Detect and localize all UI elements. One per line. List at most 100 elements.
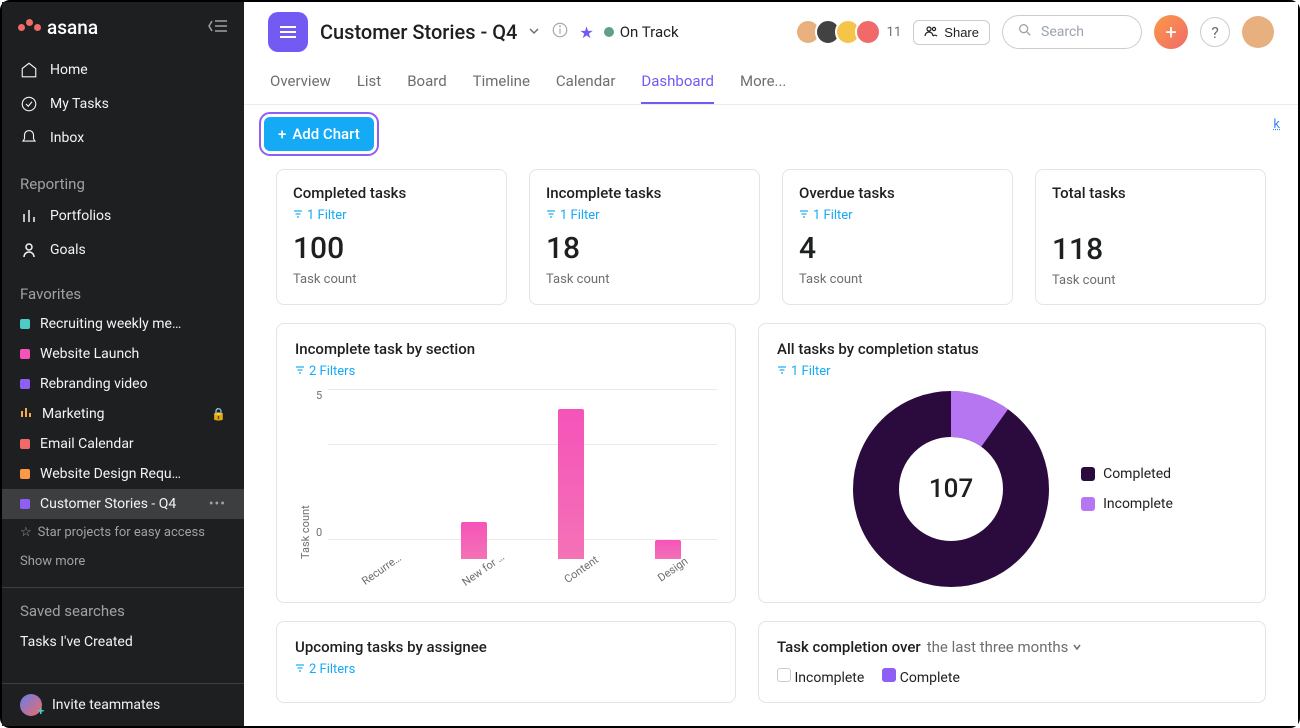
- sidebar-favorite-item[interactable]: Marketing🔒: [2, 399, 244, 429]
- sidebar-item-label: Goals: [50, 242, 86, 258]
- sidebar: asana Home My Tasks Inbox Reporting Po: [2, 2, 244, 726]
- legend-item-completed: Completed: [1081, 466, 1173, 482]
- donut-legend: Completed Incomplete: [1081, 466, 1173, 512]
- stat-card[interactable]: Overdue tasks1 Filter4Task count: [782, 169, 1013, 305]
- share-button[interactable]: Share: [913, 20, 990, 45]
- favorite-label: Email Calendar: [40, 436, 134, 452]
- invite-label: Invite teammates: [52, 697, 160, 713]
- tab-calendar[interactable]: Calendar: [556, 64, 616, 104]
- filter-icon: [546, 208, 556, 223]
- tab-more[interactable]: More...: [740, 64, 786, 104]
- chart-card-completion-status: All tasks by completion status 1 Filter …: [758, 323, 1266, 603]
- show-more-button[interactable]: Show more: [2, 546, 244, 577]
- stat-title: Completed tasks: [293, 184, 490, 202]
- donut-center-value: 107: [851, 389, 1051, 589]
- search-input[interactable]: Search: [1002, 15, 1142, 49]
- search-icon: [1017, 22, 1033, 42]
- avatar: [855, 19, 881, 45]
- more-icon[interactable]: •••: [209, 496, 226, 512]
- chart-filter-link[interactable]: 2 Filters: [295, 364, 355, 379]
- add-chart-button[interactable]: + Add Chart: [264, 117, 374, 151]
- chart-bar: [558, 409, 584, 559]
- logo-icon: [18, 24, 41, 31]
- time-range-dropdown[interactable]: the last three months: [927, 638, 1082, 656]
- stat-value: 100: [293, 231, 490, 266]
- user-avatar[interactable]: [1242, 16, 1274, 48]
- sidebar-favorite-item[interactable]: Recruiting weekly me…: [2, 309, 244, 339]
- help-icon: ?: [1211, 23, 1219, 42]
- stat-value: 4: [799, 231, 996, 266]
- filter-icon: [295, 364, 305, 379]
- avatar-overflow-count: 11: [887, 25, 902, 40]
- x-tick-label: Design: [655, 555, 690, 585]
- bar-chart-x-labels: Recurre…New for …ContentDesign: [331, 563, 717, 576]
- completion-legend: Incomplete Complete: [777, 668, 1247, 686]
- sidebar-heading-favorites: Favorites: [2, 275, 244, 309]
- main-area: Customer Stories - Q4 ★ On Track: [244, 2, 1298, 726]
- filter-icon: [777, 364, 787, 379]
- stat-title: Total tasks: [1052, 184, 1249, 202]
- sidebar-favorite-item[interactable]: Website Launch: [2, 339, 244, 369]
- bar-chart-bars: [328, 409, 717, 559]
- invite-teammates-button[interactable]: + Invite teammates: [2, 684, 244, 726]
- tab-timeline[interactable]: Timeline: [473, 64, 530, 104]
- add-chart-label: Add Chart: [292, 125, 359, 143]
- chart-filter-link[interactable]: 2 Filters: [295, 662, 355, 677]
- tab-overview[interactable]: Overview: [270, 64, 331, 104]
- favorite-label: Website Design Requ…: [40, 466, 181, 482]
- stat-card[interactable]: Completed tasks1 Filter100Task count: [276, 169, 507, 305]
- corner-link[interactable]: k: [1273, 117, 1280, 132]
- chart-bar: [461, 522, 487, 560]
- logo[interactable]: asana: [18, 16, 98, 39]
- sidebar-favorite-item[interactable]: Website Design Requ…: [2, 459, 244, 489]
- project-color-icon: [20, 319, 30, 329]
- sidebar-item-home[interactable]: Home: [2, 53, 244, 87]
- stat-filter-link[interactable]: 1 Filter: [546, 208, 600, 223]
- stat-filter-link[interactable]: 1 Filter: [799, 208, 853, 223]
- title-dropdown-icon[interactable]: [527, 23, 541, 42]
- tab-dashboard[interactable]: Dashboard: [641, 64, 714, 104]
- legend-swatch-icon: [777, 668, 791, 682]
- people-icon: [924, 25, 938, 40]
- topbar: Customer Stories - Q4 ★ On Track: [244, 2, 1298, 105]
- legend-item-incomplete: Incomplete: [1081, 496, 1173, 512]
- star-outline-icon: ☆: [20, 525, 32, 540]
- info-icon[interactable]: [551, 21, 569, 43]
- project-status[interactable]: On Track: [604, 23, 679, 41]
- tab-board[interactable]: Board: [407, 64, 446, 104]
- chart-title: Upcoming tasks by assignee: [295, 638, 717, 656]
- status-label: On Track: [620, 23, 679, 41]
- sidebar-item-goals[interactable]: Goals: [2, 233, 244, 267]
- sidebar-favorite-item[interactable]: Customer Stories - Q4•••: [2, 489, 244, 519]
- favorite-label: Website Launch: [40, 346, 139, 362]
- dashboard-content: k + Add Chart Completed tasks 1 Filter 100…: [244, 105, 1298, 726]
- filter-icon: [295, 662, 305, 677]
- legend-item-incomplete: Incomplete: [777, 668, 864, 686]
- donut-chart: 107: [851, 389, 1051, 589]
- sidebar-heading-reporting: Reporting: [2, 165, 244, 199]
- chart-filter-link[interactable]: 1 Filter: [777, 364, 831, 379]
- sidebar-item-mytasks[interactable]: My Tasks: [2, 87, 244, 121]
- saved-search-tasks-created[interactable]: Tasks I've Created: [2, 626, 244, 658]
- legend-swatch-icon: [1081, 467, 1095, 481]
- favorite-label: Marketing: [42, 406, 105, 422]
- help-button[interactable]: ?: [1200, 17, 1230, 47]
- sidebar-item-portfolios[interactable]: Portfolios: [2, 199, 244, 233]
- stat-card[interactable]: Incomplete tasks1 Filter18Task count: [529, 169, 760, 305]
- stat-card[interactable]: Total tasks118Task count: [1035, 169, 1266, 305]
- sidebar-favorite-item[interactable]: Email Calendar: [2, 429, 244, 459]
- stat-filter-link[interactable]: 1 Filter: [293, 208, 347, 223]
- global-add-button[interactable]: +: [1154, 15, 1188, 49]
- star-icon[interactable]: ★: [579, 23, 593, 42]
- project-icon[interactable]: [268, 12, 308, 52]
- sidebar-item-inbox[interactable]: Inbox: [2, 121, 244, 155]
- stat-cards-row: Completed tasks1 Filter100Task countInco…: [276, 169, 1266, 305]
- chart-title: Task completion over: [777, 638, 921, 656]
- member-avatars[interactable]: 11: [801, 19, 902, 45]
- project-color-icon: [20, 439, 30, 449]
- collapse-sidebar-icon[interactable]: [208, 19, 228, 37]
- sidebar-item-label: Portfolios: [50, 208, 111, 224]
- plus-icon: +: [278, 125, 286, 143]
- sidebar-favorite-item[interactable]: Rebranding video: [2, 369, 244, 399]
- tab-list[interactable]: List: [357, 64, 381, 104]
